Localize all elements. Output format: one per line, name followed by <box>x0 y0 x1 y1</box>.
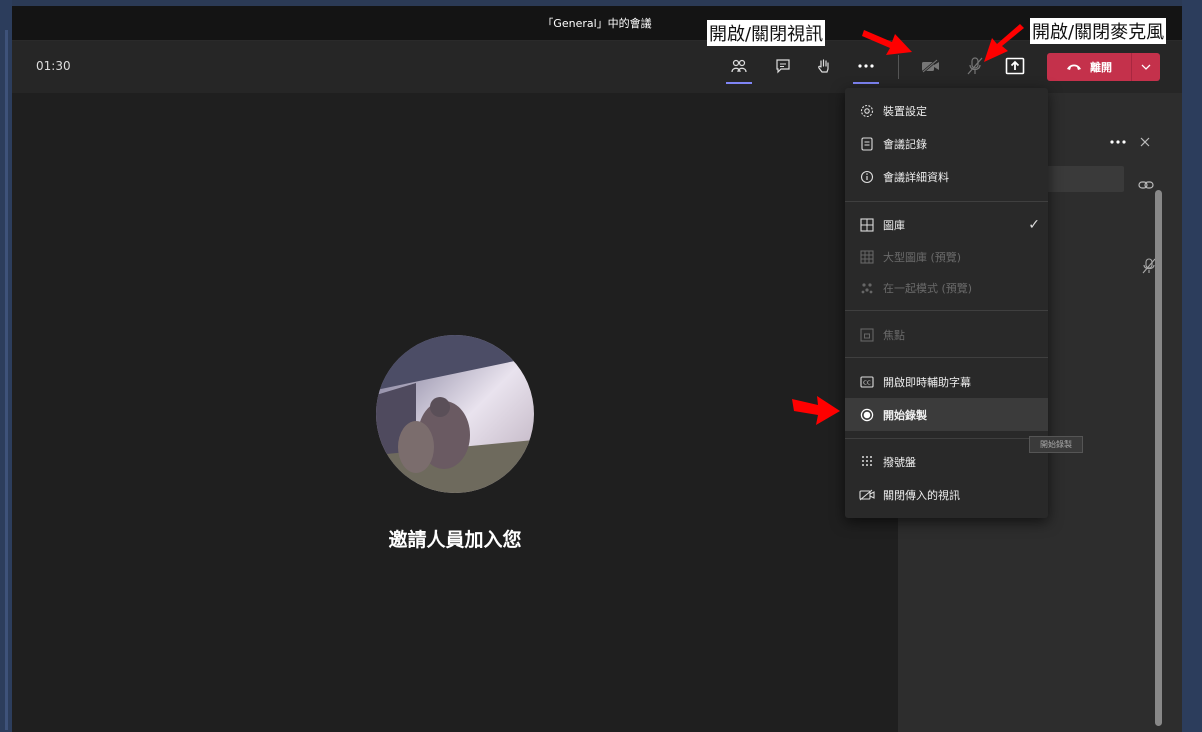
large-gallery-icon <box>860 250 874 264</box>
toolbar-separator <box>898 55 899 79</box>
participant-mic-off-icon <box>1142 258 1156 274</box>
menu-divider <box>845 201 1048 202</box>
menu-item-label: 焦點 <box>883 329 905 342</box>
chevron-down-icon <box>1141 64 1151 70</box>
chat-icon <box>776 59 790 74</box>
menu-item-label: 關閉傳入的視訊 <box>883 489 960 502</box>
menu-item-meeting-notes[interactable]: 會議記錄 <box>845 129 1048 159</box>
gear-icon <box>860 104 874 118</box>
dialpad-icon <box>862 456 872 466</box>
hang-up-icon <box>1067 64 1081 70</box>
leave-label: 離開 <box>1090 61 1112 74</box>
panel-more-icon[interactable] <box>1110 139 1126 145</box>
menu-divider <box>845 310 1048 311</box>
captions-icon: CC <box>860 376 874 388</box>
menu-item-label: 大型圖庫 (預覽) <box>883 251 962 264</box>
avatar-photo <box>376 335 534 493</box>
menu-item-device-settings[interactable]: 裝置設定 <box>845 96 1048 126</box>
annotation-arrow-record <box>792 396 840 425</box>
desktop-backdrop-left <box>0 0 12 732</box>
menu-divider <box>845 357 1048 358</box>
menu-item-label: 開始錄製 <box>883 408 927 422</box>
menu-item-gallery[interactable]: 圖庫 ✓ <box>845 210 1048 240</box>
menu-item-label: 會議記錄 <box>883 138 927 151</box>
ellipsis-icon <box>858 64 874 68</box>
checkmark-icon: ✓ <box>1028 217 1040 233</box>
menu-item-large-gallery: 大型圖庫 (預覽) <box>845 242 1048 272</box>
menu-item-meeting-details[interactable]: 會議詳細資料 <box>845 162 1048 192</box>
meeting-stage: 邀請人員加入您 <box>12 93 898 732</box>
menu-item-live-captions[interactable]: CC 開啟即時輔助字幕 <box>845 367 1048 397</box>
menu-item-label: 會議詳細資料 <box>883 171 949 184</box>
menu-item-label: 撥號盤 <box>883 456 916 469</box>
annotation-arrow-video <box>862 30 912 55</box>
people-icon <box>731 59 747 73</box>
annotation-video-toggle: 開啟/關閉視訊 <box>707 20 826 46</box>
camera-off-icon <box>922 59 939 73</box>
menu-divider <box>845 438 1048 439</box>
gallery-icon <box>860 218 874 232</box>
annotation-arrow-mic <box>984 24 1024 62</box>
active-indicator <box>726 82 752 84</box>
link-icon[interactable] <box>1138 179 1154 191</box>
video-off-icon <box>859 489 875 501</box>
menu-item-start-recording[interactable]: 開始錄製 <box>845 398 1048 431</box>
leave-main[interactable]: 離開 <box>1047 59 1131 75</box>
menu-item-label: 開啟即時輔助字幕 <box>883 376 971 389</box>
panel-scrollbar[interactable] <box>1155 190 1162 726</box>
recording-tooltip: 開始錄製 <box>1029 436 1083 453</box>
focus-icon <box>860 328 874 342</box>
leave-button[interactable]: 離開 <box>1047 53 1160 81</box>
leave-options-button[interactable] <box>1131 53 1160 81</box>
more-actions-menu: 裝置設定 會議記錄 會議詳細資料 圖庫 ✓ 大型圖庫 (預覽) 在一起模式 (預… <box>845 88 1048 518</box>
notes-icon <box>861 137 873 151</box>
menu-item-label: 圖庫 <box>883 219 905 232</box>
active-indicator <box>853 82 879 84</box>
avatar <box>376 335 534 493</box>
together-mode-icon <box>861 283 873 294</box>
call-timer: 01:30 <box>36 59 71 73</box>
menu-item-together-mode: 在一起模式 (預覽) <box>845 273 1048 303</box>
raise-hand-button[interactable] <box>809 51 839 81</box>
info-icon <box>860 170 874 184</box>
annotation-mic-toggle: 開啟/關閉麥克風 <box>1030 18 1167 44</box>
chat-button[interactable] <box>768 51 798 81</box>
menu-item-dialpad[interactable]: 撥號盤 <box>845 447 1048 477</box>
camera-toggle-button[interactable] <box>916 51 946 81</box>
menu-item-label: 裝置設定 <box>883 105 927 118</box>
menu-item-focus: 焦點 <box>845 320 1048 350</box>
participants-button[interactable] <box>724 51 754 84</box>
invite-prompt: 邀請人員加入您 <box>388 529 522 551</box>
menu-item-label: 在一起模式 (預覽) <box>883 282 973 295</box>
svg-text:CC: CC <box>863 381 871 387</box>
menu-item-turn-off-incoming-video[interactable]: 關閉傳入的視訊 <box>845 480 1048 510</box>
desktop-backdrop-right <box>1182 0 1202 732</box>
hand-icon <box>818 59 829 73</box>
record-icon <box>860 408 874 421</box>
close-icon[interactable] <box>1140 137 1150 147</box>
